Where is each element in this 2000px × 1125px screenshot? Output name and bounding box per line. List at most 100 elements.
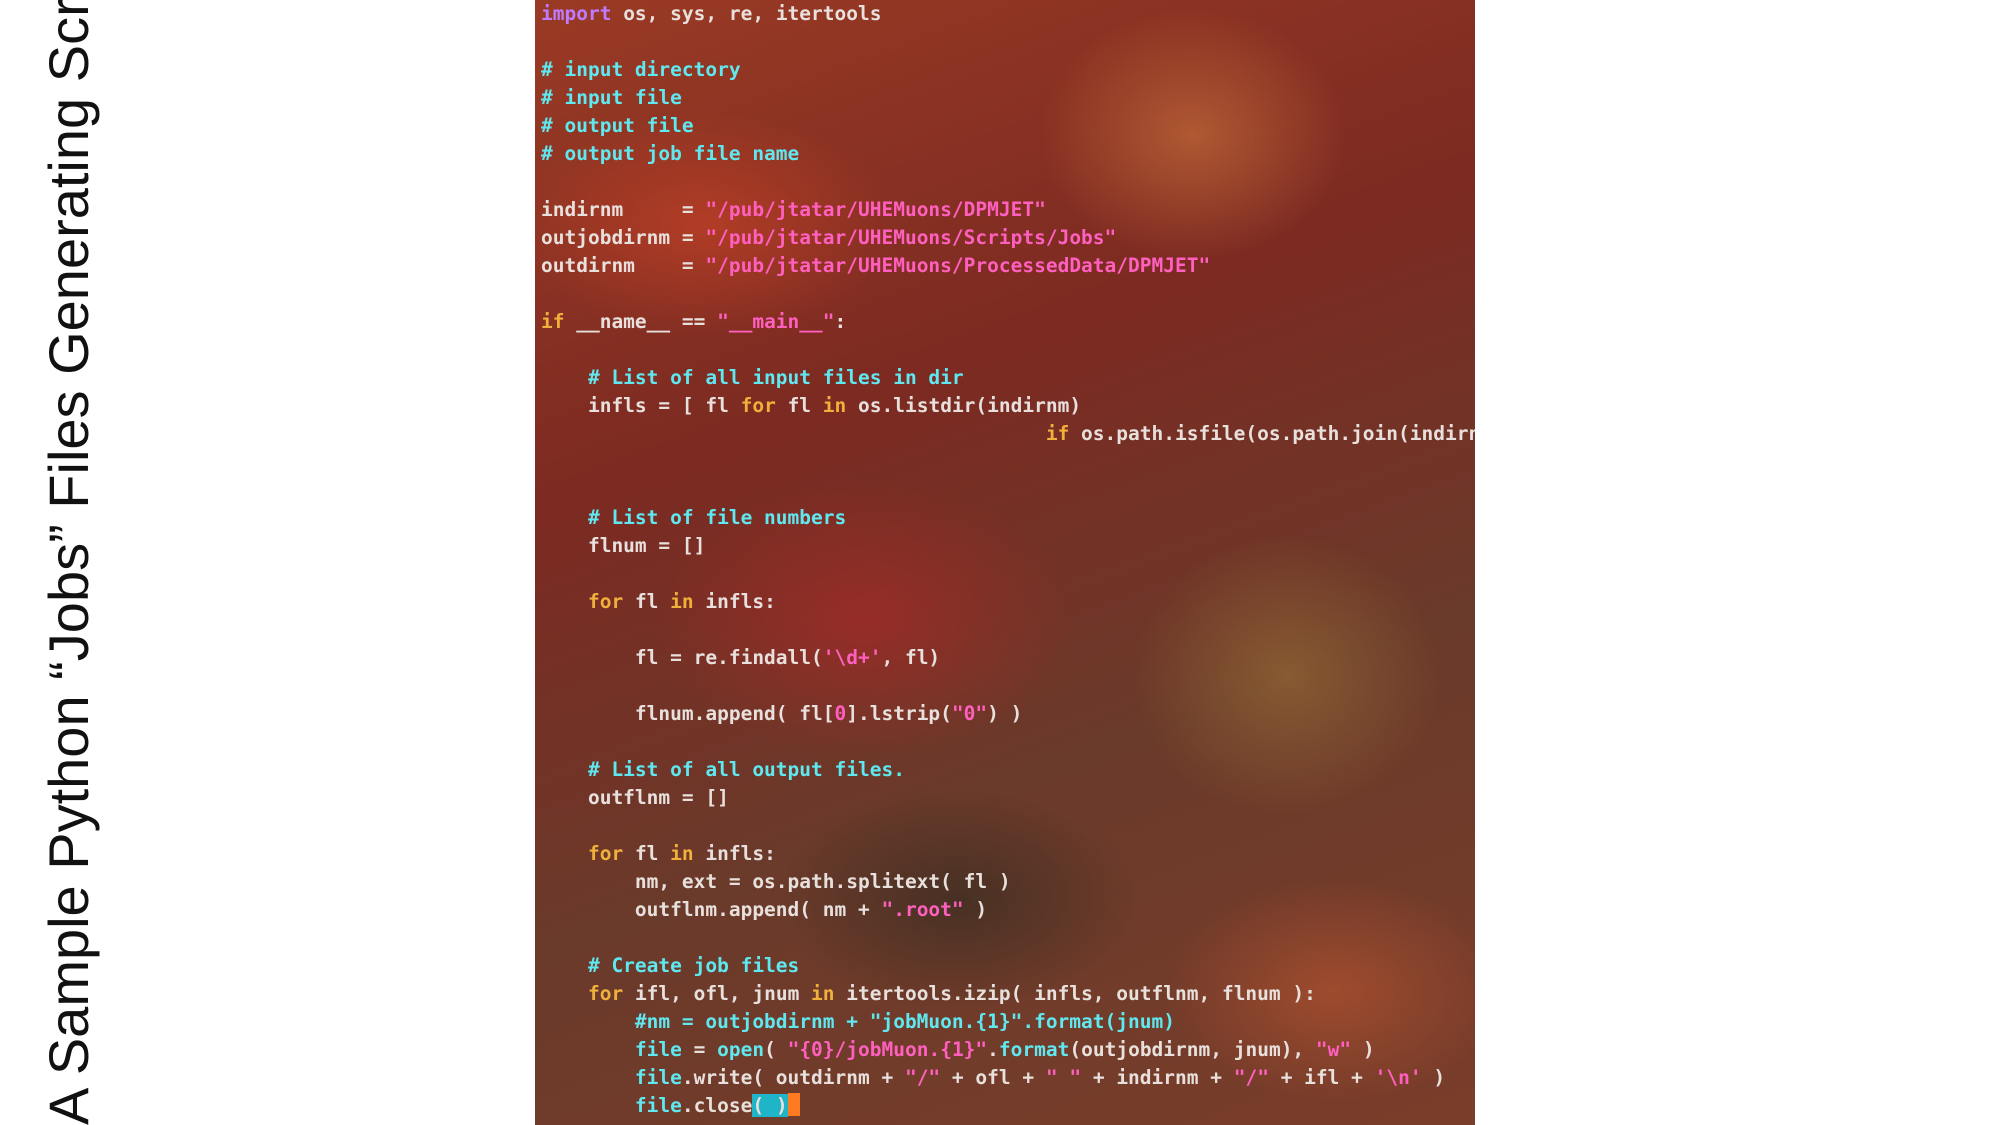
- write-call: .write( outdirnm +: [681, 1066, 905, 1089]
- code-line-flnum: flnum = []: [541, 534, 706, 557]
- append-close: ) ): [987, 702, 1023, 725]
- code-line-outflnm-append: outflnm.append( nm + ".root" ): [541, 896, 1475, 924]
- comment-create-job-files: # Create job files: [541, 954, 800, 977]
- string-slash: "/": [904, 1066, 941, 1089]
- builtin-open: open: [717, 1038, 765, 1061]
- code-line-file-close: file.close( ): [541, 1092, 1475, 1120]
- code-line-for-infls: for fl in infls:: [541, 588, 1475, 616]
- terminal-window[interactable]: import os, sys, re, itertools # input di…: [535, 0, 1475, 1125]
- var-outjobdirnm: outjobdirnm =: [541, 226, 706, 249]
- izip-call: itertools.izip( infls, outflnm, flnum ):: [834, 982, 1316, 1005]
- code-line-infls-cont: if os.path.isfile(os.path.join(indirnm, …: [541, 420, 1475, 448]
- code-line-file-open: file = open( "{0}/jobMuon.{1}".format(ou…: [541, 1036, 1475, 1064]
- comment-output-file: # output file: [541, 114, 694, 137]
- string-root: ".root": [881, 898, 964, 921]
- code-line-outdirnm: outdirnm = "/pub/jtatar/UHEMuons/Process…: [541, 252, 1475, 280]
- var-indirnm: indirnm =: [541, 198, 706, 221]
- code-line-file-write: file.write( outdirnm + "/" + ofl + " " +…: [541, 1064, 1475, 1092]
- keyword-if: if: [541, 310, 565, 333]
- string-outdirnm: "/pub/jtatar/UHEMuons/ProcessedData/DPMJ…: [705, 254, 1211, 277]
- builtin-file: file: [634, 1066, 682, 1089]
- keyword-in: in: [670, 842, 694, 865]
- lstrip-call: ].lstrip(: [846, 702, 952, 725]
- code-editor[interactable]: import os, sys, re, itertools # input di…: [541, 0, 1475, 1120]
- findall-call: fl = re.findall(: [541, 646, 823, 669]
- keyword-in: in: [670, 590, 694, 613]
- string-job-path: "{0}/jobMuon.{1}": [787, 1038, 988, 1061]
- write-ofl: + ofl +: [940, 1066, 1046, 1089]
- comment-list-output-files: # List of all output files.: [541, 758, 905, 781]
- import-modules: os, sys, re, itertools: [611, 2, 882, 25]
- keyword-for: for: [587, 590, 624, 613]
- for-infls: infls:: [693, 842, 776, 865]
- code-line-for-izip: for ifl, ofl, jnum in itertools.izip( in…: [541, 980, 1475, 1008]
- infls-isfile: os.path.isfile(os.path.join(indirnm, fl)…: [1081, 422, 1475, 445]
- slide-title: A Sample Python “Jobs” Files Generating …: [36, 0, 100, 1125]
- format-args: (outjobdirnm, jnum),: [1069, 1038, 1316, 1061]
- builtin-file: file: [634, 1094, 682, 1117]
- var-outdirnm: outdirnm =: [541, 254, 706, 277]
- code-line-for-infls-2: for fl in infls:: [541, 840, 1475, 868]
- code-line-indirnm: indirnm = "/pub/jtatar/UHEMuons/DPMJET": [541, 196, 1475, 224]
- open-close: ): [1351, 1038, 1375, 1061]
- code-line-flnum-append: flnum.append( fl[0].lstrip("0") ): [541, 700, 1475, 728]
- string-regex: '\d+': [822, 646, 882, 669]
- code-line-if-main: if __name__ == "__main__":: [541, 308, 1475, 336]
- code-line-outjobdirnm: outjobdirnm = "/pub/jtatar/UHEMuons/Scri…: [541, 224, 1475, 252]
- keyword-for: for: [740, 394, 776, 417]
- write-ifl: + ifl +: [1268, 1066, 1375, 1089]
- keyword-in: in: [822, 394, 847, 417]
- string-space: " ": [1045, 1066, 1082, 1089]
- method-format: format: [998, 1038, 1070, 1061]
- comment-list-input-files: # List of all input files in dir: [541, 366, 964, 389]
- string-zero: "0": [951, 702, 988, 725]
- comment-input-file: # input file: [541, 86, 682, 109]
- if-name-expr: __name__ ==: [564, 310, 718, 333]
- keyword-in: in: [811, 982, 835, 1005]
- matched-paren-close: ): [764, 1094, 788, 1117]
- comment-output-job-file-name: # output job file name: [541, 142, 800, 165]
- infls-fl: fl: [775, 394, 823, 417]
- dot: .: [987, 1038, 999, 1061]
- open-paren: (: [764, 1038, 788, 1061]
- code-line-splitext: nm, ext = os.path.splitext( fl ): [541, 870, 1011, 893]
- string-slash: "/": [1233, 1066, 1269, 1089]
- comment-input-directory: # input directory: [541, 58, 741, 81]
- assign-op: =: [681, 1038, 718, 1061]
- write-close: ): [1421, 1066, 1446, 1089]
- code-line-findall: fl = re.findall('\d+', fl): [541, 644, 1475, 672]
- slide-title-container: A Sample Python “Jobs” Files Generating …: [20, 0, 116, 1125]
- code-line-infls: infls = [ fl for fl in os.listdir(indirn…: [541, 392, 1475, 420]
- outflnm-append-call: outflnm.append( nm +: [541, 898, 882, 921]
- code-line-outflnm: outflnm = []: [541, 786, 729, 809]
- string-outjobdirnm: "/pub/jtatar/UHEMuons/Scripts/Jobs": [705, 226, 1117, 249]
- comment-nm-line: #nm = outjobdirnm + "jobMuon.{1}".format…: [541, 1010, 1175, 1033]
- keyword-if: if: [1045, 422, 1070, 445]
- matched-paren: (: [752, 1094, 765, 1117]
- keyword-for: for: [587, 982, 624, 1005]
- write-indirnm: + indirnm +: [1081, 1066, 1234, 1089]
- code-line-import: import os, sys, re, itertools: [541, 0, 1475, 28]
- text-cursor: [787, 1093, 800, 1116]
- for-fl: fl: [623, 590, 671, 613]
- for-fl: fl: [623, 842, 671, 865]
- keyword-for: for: [587, 842, 624, 865]
- close-call: .close: [681, 1094, 753, 1117]
